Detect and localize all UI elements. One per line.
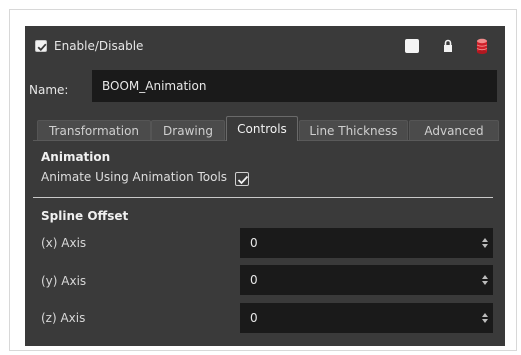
spline-offset-section-title: Spline Offset [41, 209, 129, 223]
x-axis-value: 0 [250, 236, 258, 250]
animate-tools-checkbox[interactable] [235, 172, 249, 186]
animate-tools-label: Animate Using Animation Tools [41, 170, 228, 184]
checkmark-icon [37, 43, 47, 52]
lock-icon[interactable] [443, 39, 453, 56]
enable-disable-label: Enable/Disable [54, 39, 144, 53]
name-input[interactable] [92, 70, 497, 102]
z-axis-input[interactable]: 0 [240, 303, 493, 333]
y-axis-input[interactable]: 0 [240, 265, 493, 295]
controls-tab-content: Animation Animate Using Animation Tools … [33, 140, 499, 341]
red-database-icon[interactable] [476, 38, 488, 57]
tab-controls[interactable]: Controls [226, 116, 298, 141]
checkmark-icon [237, 175, 249, 185]
name-label: Name: [29, 83, 69, 97]
x-axis-label: (x) Axis [41, 236, 87, 250]
animation-section-title: Animation [41, 150, 111, 164]
enable-checkbox[interactable] [35, 40, 47, 52]
white-square-icon[interactable] [405, 39, 419, 53]
z-axis-spin-icon[interactable] [480, 312, 490, 324]
tab-drawing[interactable]: Drawing [151, 120, 225, 140]
tab-transformation[interactable]: Transformation [37, 120, 151, 140]
tab-line-thickness[interactable]: Line Thickness [299, 120, 408, 140]
y-axis-label: (y) Axis [41, 274, 87, 288]
section-divider [33, 197, 493, 198]
z-axis-label: (z) Axis [41, 311, 86, 325]
y-axis-value: 0 [250, 273, 258, 287]
z-axis-value: 0 [250, 311, 258, 325]
x-axis-input[interactable]: 0 [240, 228, 493, 258]
layer-properties-panel: Enable/Disable Name: Transformation Draw… [25, 26, 505, 346]
y-axis-spin-icon[interactable] [480, 274, 490, 286]
tab-advanced[interactable]: Advanced [409, 120, 499, 140]
x-axis-spin-icon[interactable] [480, 237, 490, 249]
